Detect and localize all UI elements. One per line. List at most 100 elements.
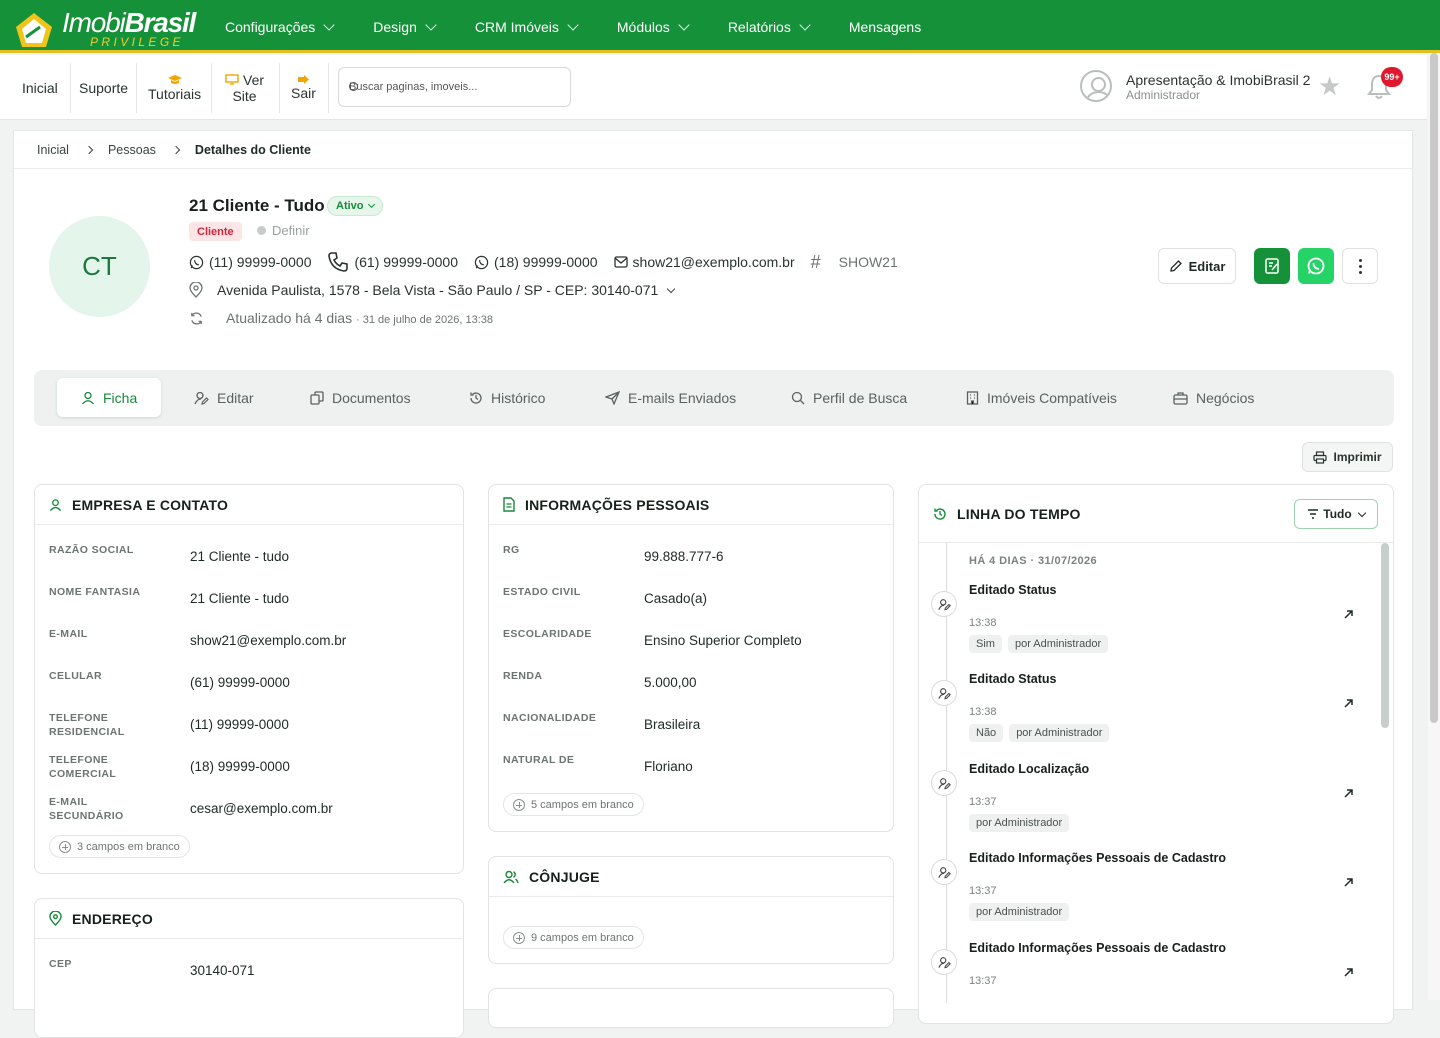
open-external-icon[interactable] [1343, 877, 1354, 888]
tab-imoveis-compativeis[interactable]: Imóveis Compatíveis [966, 378, 1117, 417]
search-icon [791, 391, 805, 404]
chevron-down-icon [678, 18, 690, 31]
search-box [338, 67, 571, 107]
register-note-button[interactable] [1254, 248, 1290, 284]
pencil-icon [1169, 260, 1182, 272]
more-options-button[interactable] [1342, 248, 1378, 284]
timeline-scrollbar[interactable] [1381, 543, 1389, 728]
tab-perfil-de-busca[interactable]: Perfil de Busca [791, 378, 907, 417]
last-updated: Atualizado há 4 dias · 31 de julho de 20… [189, 310, 493, 326]
building-icon [966, 390, 979, 405]
user-avatar[interactable] [1080, 70, 1112, 102]
monitor-icon [225, 74, 239, 85]
nav-design[interactable]: Design [373, 18, 437, 35]
chevron-right-icon [171, 145, 181, 154]
client-code: # SHOW21 [810, 251, 898, 272]
client-contacts: (11) 99999-0000 (61) 99999-0000 (18) 999… [189, 251, 914, 273]
page-scrollbar[interactable] [1428, 53, 1440, 1000]
document-icon [503, 497, 515, 512]
event-chip: por Administrador [1007, 635, 1109, 653]
tab-documentos[interactable]: Documentos [310, 378, 411, 417]
notification-count-badge: 99+ [1381, 67, 1403, 87]
user-edit-icon [931, 770, 957, 796]
breadcrumb: Inicial Pessoas Detalhes do Cliente [14, 131, 1412, 169]
timeline-day-header: HÁ 4 DIAS · 31/07/2026 [969, 555, 1098, 567]
nav-configuracoes[interactable]: Configurações [225, 18, 335, 35]
tab-editar[interactable]: Editar [194, 378, 254, 417]
quick-link-sair[interactable]: Sair [291, 55, 316, 120]
favorite-star-icon[interactable]: ★ [1318, 73, 1341, 99]
blank-fields-toggle[interactable]: 5 campos em branco [503, 793, 644, 816]
user-icon [49, 498, 62, 511]
user-edit-icon [931, 859, 957, 885]
whatsapp-icon [474, 255, 489, 269]
card-next-section [488, 988, 894, 1028]
define-rating[interactable]: Definir [257, 223, 310, 238]
open-external-icon[interactable] [1343, 609, 1354, 620]
quick-link-tutoriais[interactable]: Tutoriais [148, 55, 201, 120]
tab-negocios[interactable]: Negócios [1173, 378, 1254, 417]
users-icon [503, 870, 519, 883]
timeline-event: Editado Status 13:38 Não por Administrado… [931, 672, 1361, 760]
event-chip: Sim [969, 635, 1002, 653]
event-chip: por Administrador [969, 903, 1070, 921]
tab-ficha[interactable]: Ficha [57, 378, 162, 417]
nav-relatorios[interactable]: Relatórios [728, 19, 811, 35]
user-name[interactable]: Apresentação & ImobiBrasil 2 [1126, 72, 1310, 88]
nav-crm-imoveis[interactable]: CRM Imóveis [475, 19, 579, 35]
open-external-icon[interactable] [1343, 967, 1354, 978]
nav-mensagens[interactable]: Mensagens [849, 19, 921, 35]
status-dot-icon [257, 226, 266, 235]
plus-circle-icon [513, 798, 525, 811]
main-nav: Configurações Design CRM Imóveis Módulos… [225, 0, 961, 53]
blank-fields-toggle[interactable]: 9 campos em branco [503, 926, 644, 949]
card-header: CÔNJUGE [489, 857, 893, 897]
breadcrumb-pessoas[interactable]: Pessoas [108, 143, 156, 157]
whatsapp-icon [1307, 257, 1325, 275]
dot [1358, 264, 1362, 268]
tab-emails-enviados[interactable]: E-mails Enviados [605, 378, 736, 417]
plus-circle-icon [513, 931, 525, 944]
client-address[interactable]: Avenida Paulista, 1578 - Bela Vista - Sã… [189, 282, 676, 298]
search-input[interactable] [349, 68, 564, 106]
divider [70, 63, 71, 113]
whatsapp-phone-1[interactable]: (11) 99999-0000 [189, 254, 311, 270]
page-scrollbar-thumb[interactable] [1430, 53, 1438, 723]
breadcrumb-current: Detalhes do Cliente [194, 142, 311, 157]
whatsapp-button[interactable] [1298, 248, 1334, 284]
divider [211, 63, 212, 113]
open-external-icon[interactable] [1343, 788, 1354, 799]
timeline-event: Editado Informações Pessoais de Cadastro… [931, 941, 1361, 1023]
chevron-down-icon [323, 18, 335, 31]
imobibrasil-logo[interactable]: ImobiBrasil PRIVILEGE [12, 5, 196, 49]
map-pin-icon [49, 911, 62, 926]
blank-fields-toggle[interactable]: 3 campos em branco [49, 835, 190, 858]
top-navbar: ImobiBrasil PRIVILEGE Configurações Desi… [0, 0, 1440, 53]
user-role: Administrador [1126, 88, 1201, 102]
card-conjuge: CÔNJUGE 9 campos em branco [488, 856, 894, 964]
quick-link-suporte[interactable]: Suporte [79, 55, 128, 120]
whatsapp-phone-2[interactable]: (18) 99999-0000 [474, 254, 598, 270]
open-external-icon[interactable] [1343, 698, 1354, 709]
quick-link-inicial[interactable]: Inicial [22, 55, 58, 120]
mobile-phone[interactable]: (61) 99999-0000 [327, 251, 458, 273]
edit-button[interactable]: Editar [1158, 248, 1236, 284]
card-endereco: ENDEREÇO CEP 30140-071 [34, 898, 464, 1038]
card-empresa-contato: EMPRESA E CONTATO RAZÃO SOCIAL 21 Cliente… [34, 484, 464, 874]
dot [1358, 258, 1362, 262]
timeline-filter-dropdown[interactable]: Tudo [1294, 499, 1378, 529]
timeline-event: Editado Informações Pessoais de Cadastro… [931, 851, 1361, 939]
nav-modulos[interactable]: Módulos [617, 18, 690, 35]
client-email[interactable]: show21@exemplo.com.br [613, 254, 795, 270]
user-edit-icon [931, 591, 957, 617]
user-edit-icon [931, 680, 957, 706]
status-dropdown[interactable]: Ativo [327, 196, 383, 216]
client-name: 21 Cliente - Tudo [189, 196, 325, 215]
tab-historico[interactable]: Histórico [469, 378, 545, 417]
quick-link-ver-site[interactable]: Ver Site [225, 55, 264, 120]
client-details-panel: Inicial Pessoas Detalhes do Cliente CT 2… [13, 130, 1413, 1038]
chevron-down-icon [425, 18, 437, 31]
print-button[interactable]: Imprimir [1302, 442, 1393, 472]
history-icon [470, 391, 482, 404]
breadcrumb-inicial[interactable]: Inicial [37, 143, 69, 157]
